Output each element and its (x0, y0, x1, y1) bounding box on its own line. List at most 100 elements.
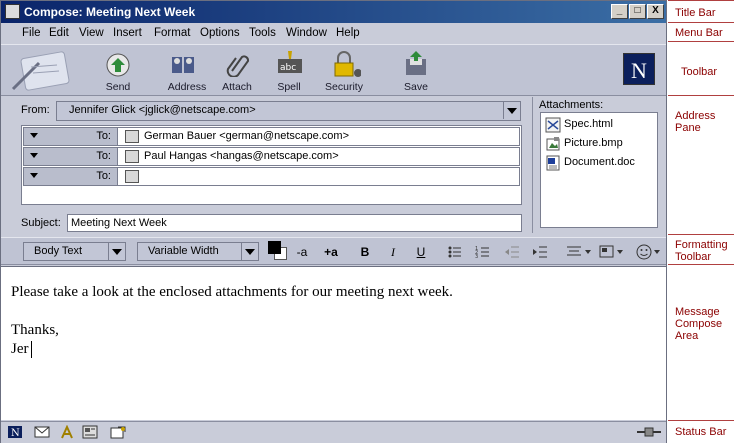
netscape-logo[interactable]: N (623, 53, 655, 85)
recipient-row[interactable]: To: German Bauer <german@netscape.com> (23, 127, 520, 146)
workspace-icon[interactable] (110, 425, 126, 439)
from-select[interactable]: Jennifer Glick <jglick@netscape.com> (56, 101, 521, 121)
compose-window: Compose: Meeting Next Week _ □ X File Ed… (0, 0, 667, 443)
bullet-list-icon[interactable] (447, 244, 463, 260)
attachment-item[interactable]: Picture.bmp (545, 136, 655, 152)
contact-card-icon (125, 150, 139, 163)
minimize-button[interactable]: _ (611, 4, 628, 19)
insert-object-icon[interactable] (599, 244, 625, 260)
message-body[interactable]: Please take a look at the enclosed attac… (1, 266, 666, 420)
menu-edit[interactable]: Edit (49, 27, 69, 39)
body-line: Jer (11, 341, 29, 357)
annotation-divider (668, 264, 734, 265)
recipient-type-label: To: (96, 150, 111, 162)
svg-text:abc: abc (280, 63, 296, 73)
recipient-type-label: To: (96, 130, 111, 142)
html-file-icon (545, 117, 561, 133)
composer-icon[interactable] (59, 425, 75, 439)
connection-status-icon (637, 427, 661, 437)
attachment-name: Document.doc (564, 156, 635, 168)
recipient-type-select[interactable]: To: (24, 168, 118, 185)
menu-insert[interactable]: Insert (113, 27, 142, 39)
attachment-name: Spec.html (564, 118, 613, 130)
paperclip-icon[interactable] (222, 49, 254, 77)
close-button[interactable]: X (647, 4, 664, 19)
annotation-divider (668, 41, 734, 42)
attachment-item[interactable]: Document.doc (545, 155, 655, 171)
numbered-list-icon[interactable]: 1 2 3 (475, 244, 491, 260)
body-line: Thanks, (11, 322, 59, 338)
chevron-down-icon[interactable] (241, 243, 258, 260)
pane-divider[interactable] (532, 97, 533, 233)
from-value: Jennifer Glick <jglick@netscape.com> (69, 104, 256, 116)
attachment-item[interactable]: Spec.html (545, 117, 655, 133)
save-button[interactable]: Save (386, 81, 446, 93)
recipient-address[interactable]: Paul Hangas <hangas@netscape.com> (144, 150, 339, 162)
send-button[interactable]: Send (88, 81, 148, 93)
subject-field[interactable]: Meeting Next Week (67, 214, 522, 232)
word-document-icon (546, 155, 560, 171)
formatting-toolbar: Body Text Variable Width -a +a B I U 1 2… (1, 237, 666, 265)
navigator-icon[interactable]: N (7, 425, 23, 439)
padlock-icon[interactable] (329, 49, 361, 77)
increase-font-size-button[interactable]: +a (322, 243, 340, 261)
bold-button[interactable]: B (356, 243, 374, 261)
menu-format[interactable]: Format (154, 27, 190, 39)
menu-bar: File Edit View Insert Format Options Too… (1, 23, 666, 44)
svg-text:3: 3 (475, 254, 478, 260)
chevron-down-icon (30, 173, 38, 178)
send-icon[interactable] (102, 49, 134, 77)
decrease-indent-icon[interactable] (504, 244, 520, 260)
security-button[interactable]: Security (314, 81, 374, 93)
underline-button[interactable]: U (412, 243, 430, 261)
menu-options[interactable]: Options (200, 27, 240, 39)
increase-indent-icon[interactable] (532, 244, 548, 260)
menu-tools[interactable]: Tools (249, 27, 276, 39)
save-icon[interactable] (400, 49, 432, 77)
subject-label: Subject: (21, 217, 61, 229)
spell-button[interactable]: Spell (259, 81, 319, 93)
contact-card-icon (125, 170, 139, 183)
paragraph-style-select[interactable]: Body Text (23, 242, 126, 261)
text-cursor (31, 341, 32, 358)
annotation-divider (668, 0, 734, 1)
annotation-divider (668, 420, 734, 421)
maximize-button[interactable]: □ (629, 4, 646, 19)
italic-button[interactable]: I (384, 243, 402, 261)
font-select[interactable]: Variable Width (137, 242, 259, 261)
recipient-type-select[interactable]: To: (24, 148, 118, 165)
decrease-font-size-button[interactable]: -a (293, 243, 311, 261)
compose-graphic-icon (11, 51, 70, 91)
menu-window[interactable]: Window (286, 27, 327, 39)
recipient-address[interactable]: German Bauer <german@netscape.com> (144, 130, 349, 142)
annotation-divider (668, 234, 734, 235)
font-value: Variable Width (148, 245, 219, 257)
recipient-row[interactable]: To: Paul Hangas <hangas@netscape.com> (23, 147, 520, 166)
alignment-icon[interactable] (566, 244, 592, 260)
main-toolbar: Send Address Attach abc Spell Security S… (1, 44, 666, 96)
window-title: Compose: Meeting Next Week (24, 5, 196, 19)
menu-file[interactable]: File (22, 27, 41, 39)
annotation-title-bar: Title Bar (675, 7, 716, 19)
svg-text:N: N (11, 428, 20, 439)
smiley-icon[interactable] (636, 243, 662, 261)
chevron-down-icon[interactable] (503, 102, 520, 119)
mail-icon[interactable] (34, 425, 50, 439)
address-book-icon[interactable] (168, 49, 200, 77)
text-color-picker[interactable] (268, 241, 288, 261)
chevron-down-icon[interactable] (108, 243, 125, 260)
spell-check-icon[interactable]: abc (274, 49, 306, 77)
recipient-row[interactable]: To: (23, 167, 520, 186)
address-pane: From: Jennifer Glick <jglick@netscape.co… (1, 97, 666, 235)
title-bar[interactable]: Compose: Meeting Next Week _ □ X (1, 1, 666, 23)
recipient-type-select[interactable]: To: (24, 128, 118, 145)
bitmap-file-icon (546, 137, 560, 151)
address-book-status-icon[interactable] (82, 425, 98, 439)
logo-letter: N (631, 58, 647, 83)
menu-view[interactable]: View (79, 27, 104, 39)
contact-card-icon (125, 130, 139, 143)
menu-help[interactable]: Help (336, 27, 360, 39)
recipient-type-label: To: (96, 170, 111, 182)
attach-button[interactable]: Attach (207, 81, 267, 93)
annotation-toolbar: Toolbar (681, 66, 718, 78)
